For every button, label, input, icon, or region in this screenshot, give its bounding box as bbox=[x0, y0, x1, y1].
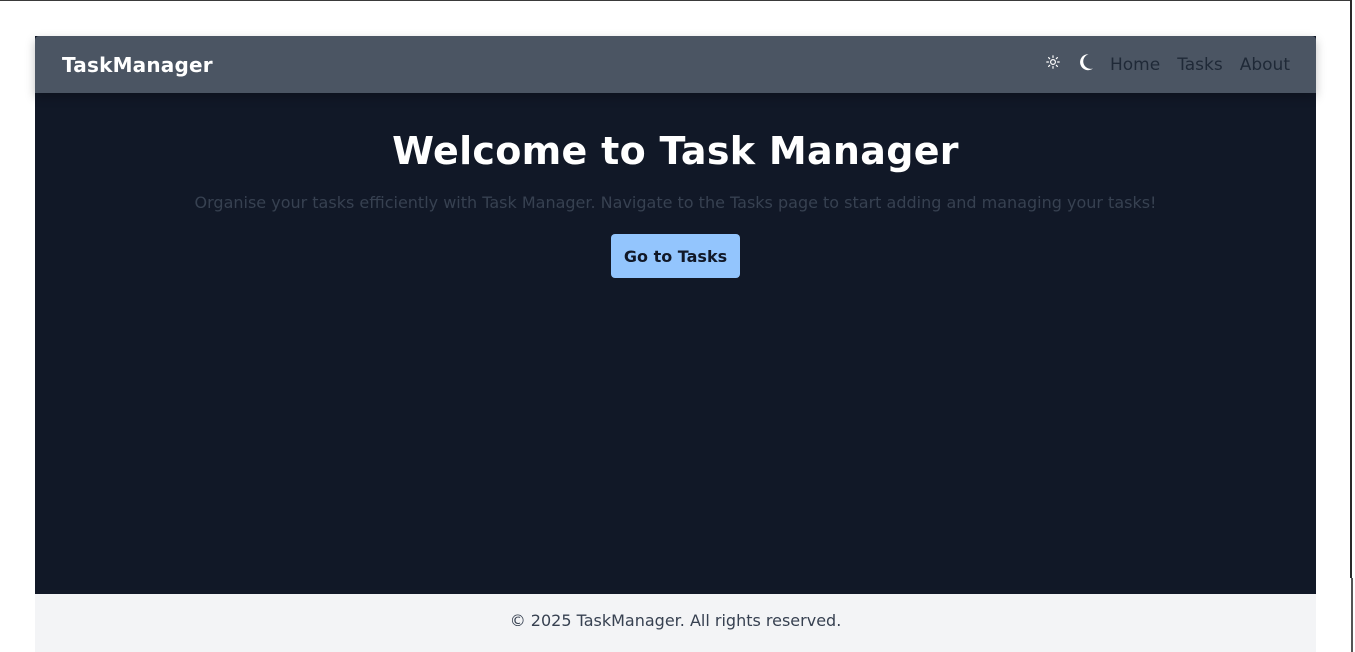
hero-subtitle: Organise your tasks efficiently with Tas… bbox=[194, 193, 1157, 212]
dark-mode-button[interactable] bbox=[1078, 53, 1094, 74]
app-container: TaskManager Home Tasks About Welcome to … bbox=[35, 36, 1316, 652]
hero-section: Welcome to Task Manager Organise your ta… bbox=[35, 93, 1316, 278]
page-title: Welcome to Task Manager bbox=[392, 129, 959, 173]
nav-link-about[interactable]: About bbox=[1240, 55, 1290, 75]
window-frame-top bbox=[0, 0, 1352, 1]
window-frame-right-lower bbox=[1351, 578, 1353, 652]
moon-icon bbox=[1078, 53, 1094, 74]
nav-right: Home Tasks About bbox=[1046, 53, 1290, 75]
navbar: TaskManager Home Tasks About bbox=[35, 36, 1316, 93]
sun-icon bbox=[1046, 55, 1060, 72]
brand-logo[interactable]: TaskManager bbox=[62, 53, 213, 77]
footer-copyright: © 2025 TaskManager. All rights reserved. bbox=[509, 610, 842, 630]
footer: © 2025 TaskManager. All rights reserved. bbox=[35, 594, 1316, 652]
nav-link-home[interactable]: Home bbox=[1110, 55, 1160, 75]
go-to-tasks-button[interactable]: Go to Tasks bbox=[611, 234, 740, 278]
nav-link-tasks[interactable]: Tasks bbox=[1177, 55, 1223, 75]
light-mode-button[interactable] bbox=[1046, 55, 1060, 72]
window-frame-right bbox=[1350, 0, 1352, 578]
